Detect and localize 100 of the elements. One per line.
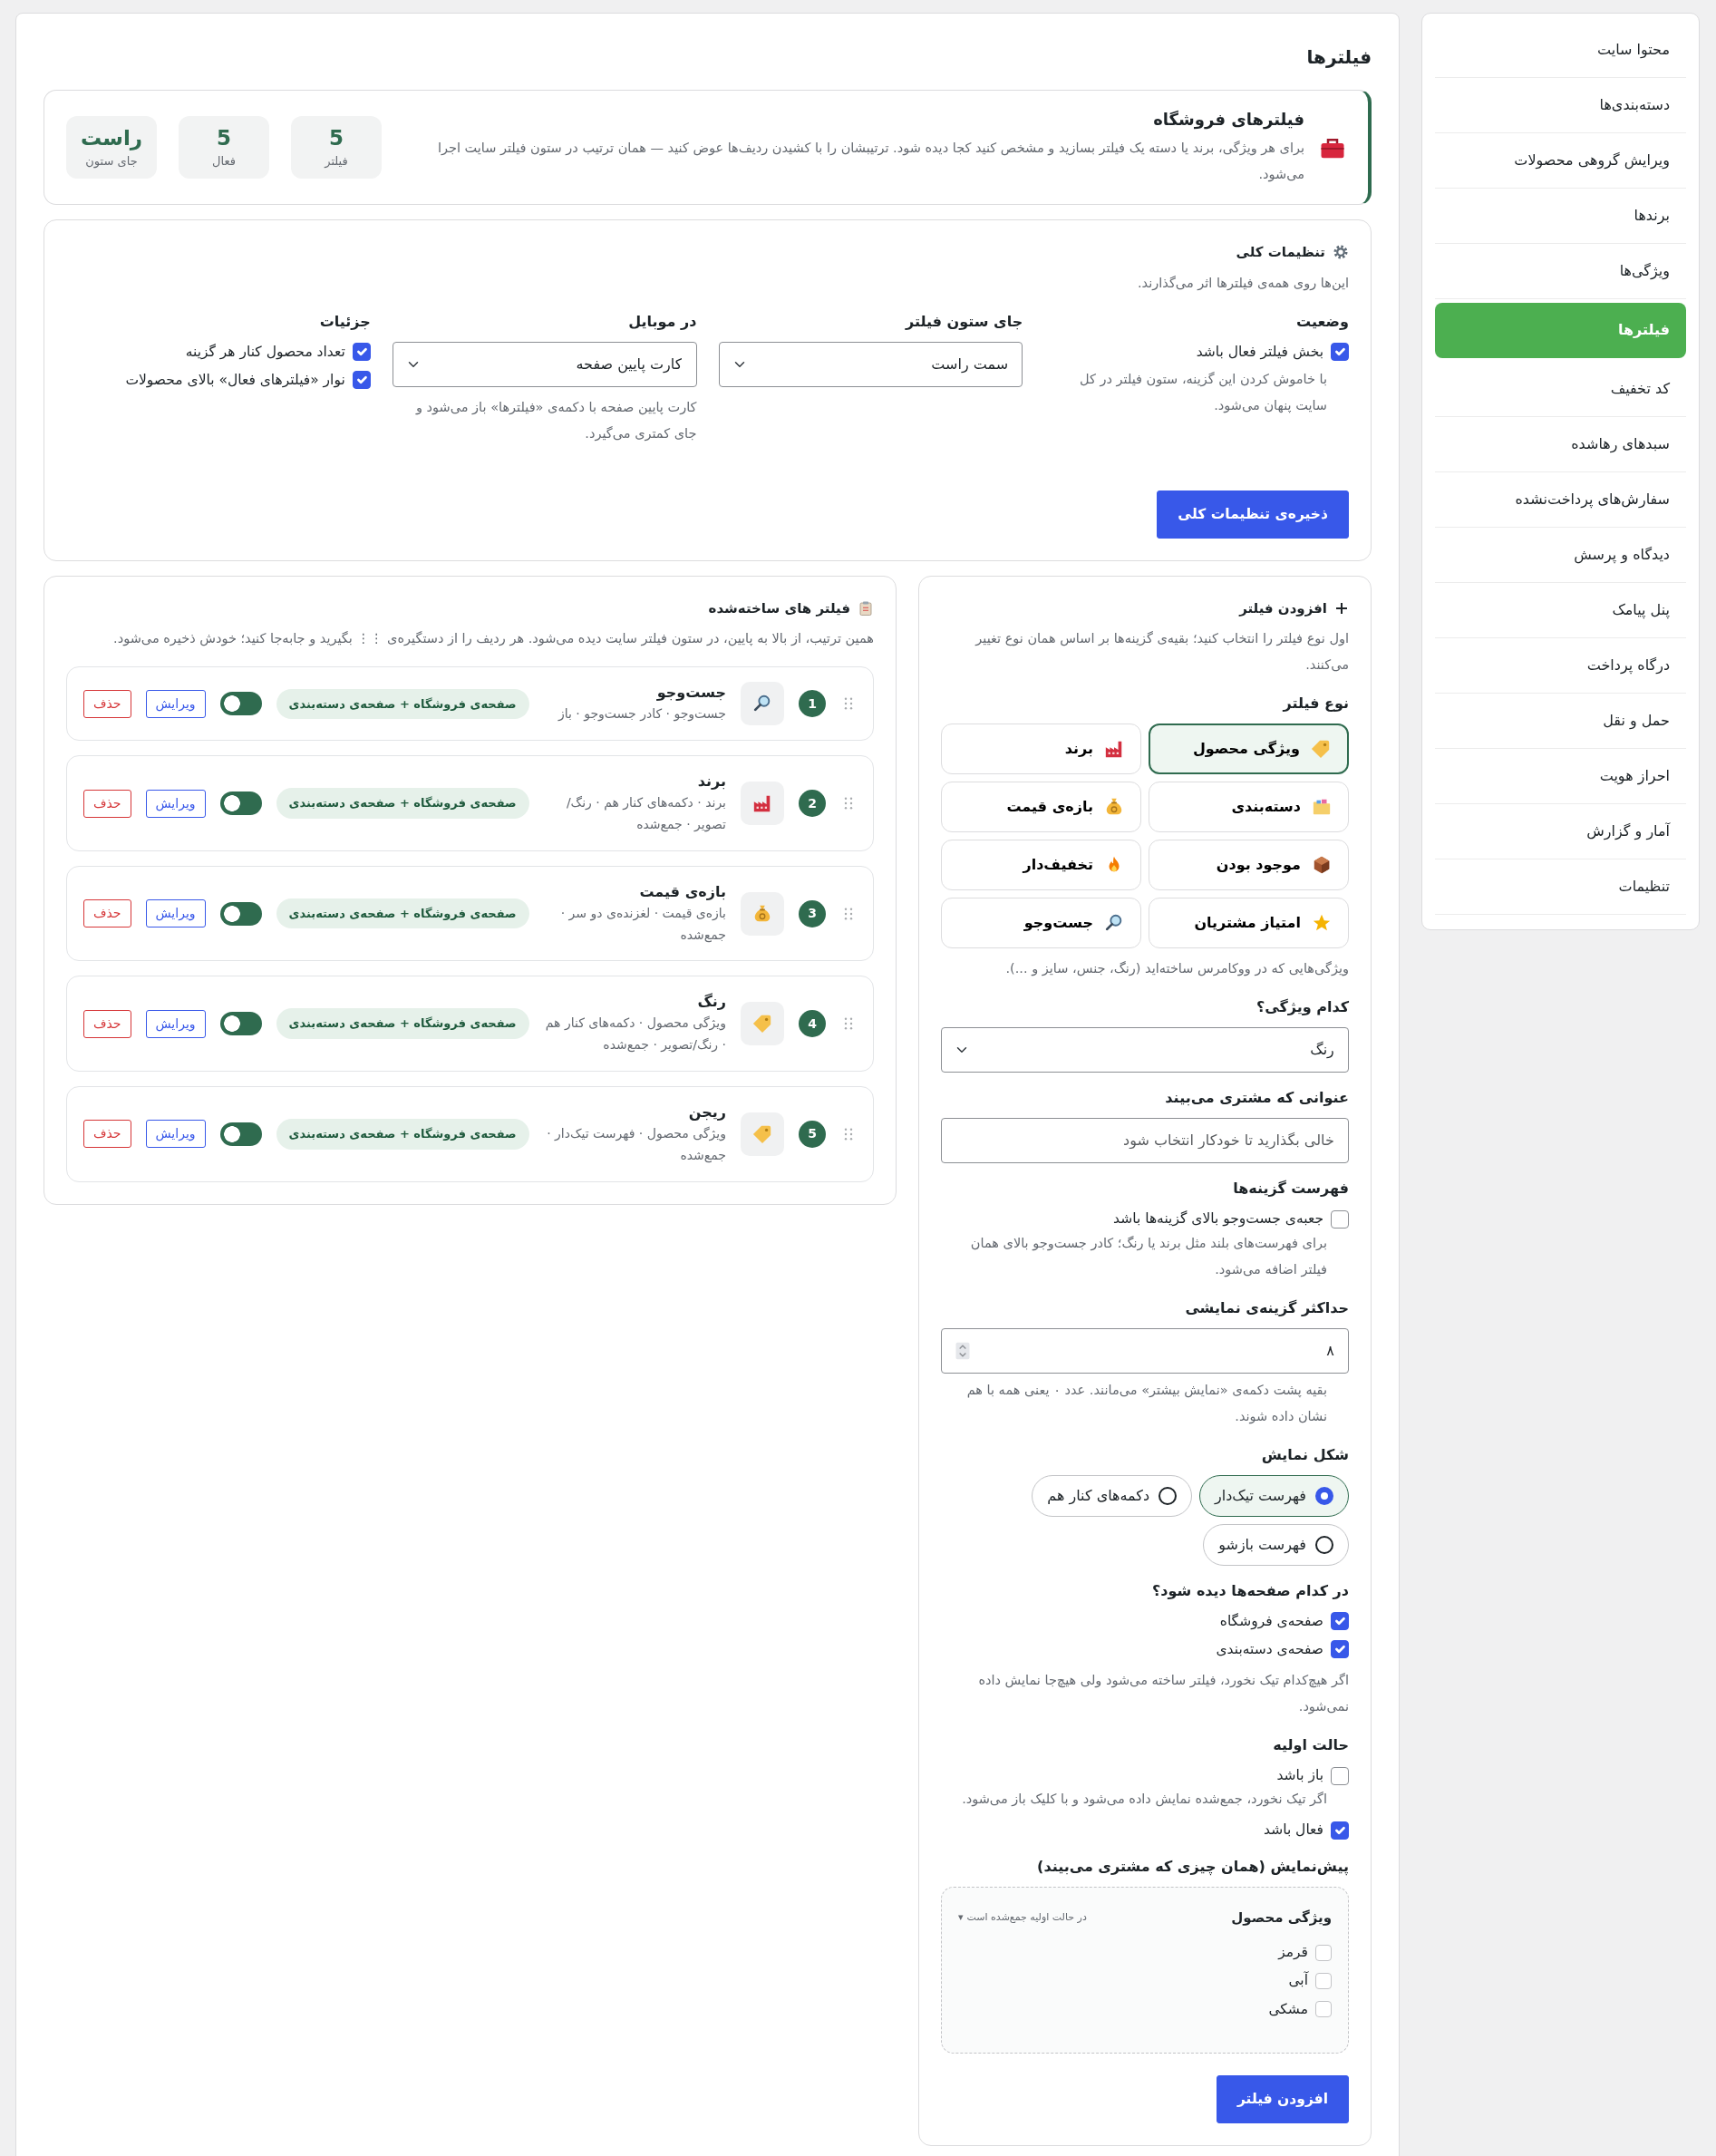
- sidebar-item[interactable]: دسته‌بندی‌ها: [1435, 78, 1686, 133]
- sidebar-item[interactable]: محتوا سایت: [1435, 23, 1686, 78]
- sidebar-item[interactable]: ویرایش گروهی محصولات: [1435, 133, 1686, 189]
- filter-type-option[interactable]: دسته‌بندی: [1149, 782, 1349, 833]
- header-description: برای هر ویژگی، برند یا دسته یک فیلتر بسازید و مشخص کنید کجا دیده شود. ترتیبشان را با کشیدن ردیف‌ها عوض کنید — همان ترتیب در ستون فیلتر سایت اجرا می‌شود.: [436, 140, 1304, 184]
- delete-button[interactable]: حذف: [83, 1009, 131, 1038]
- header-title: فیلترهای فروشگاه: [1152, 109, 1304, 131]
- checkbox-label: فعال باشد: [1264, 1821, 1323, 1840]
- delete-button[interactable]: حذف: [83, 899, 131, 928]
- checkbox-label: تعداد محصول کنار هر گزینه: [185, 342, 345, 362]
- number-field[interactable]: ۸: [941, 1327, 1349, 1374]
- box-icon: [1312, 855, 1332, 876]
- display-option[interactable]: دکمه‌های کنار هم: [1032, 1474, 1193, 1517]
- sidebar-item[interactable]: حمل و نقل: [1435, 694, 1686, 749]
- edit-button[interactable]: ویرایش: [145, 1120, 206, 1149]
- sidebar-item[interactable]: ویژگی‌ها: [1435, 244, 1686, 299]
- filter-type-option[interactable]: بازه‌ی قیمت: [941, 782, 1141, 833]
- filter-name: برند: [696, 772, 726, 792]
- checkbox[interactable]: [1331, 1821, 1349, 1840]
- toggle-switch[interactable]: [219, 792, 262, 816]
- factory-icon: [752, 793, 772, 814]
- checkbox[interactable]: [1331, 1640, 1349, 1659]
- field-label: پیش‌نمایش (همان چیزی که مشتری می‌بیند): [1036, 1856, 1349, 1878]
- section-description: اول نوع فیلتر را انتخاب کنید؛ بقیه‌ی گزینه‌ها بر اساس همان نوع تغییر می‌کنند.: [974, 630, 1349, 675]
- sidebar-item[interactable]: سفارش‌های پرداخت‌نشده: [1435, 472, 1686, 528]
- section-description: همین ترتیب، از بالا به پایین، در ستون فیلتر سایت دیده می‌شود. هر ردیف را از دستگیره‌ی ⋮⋮ بگیرید و جابه‌جا کنید؛ خودش ذخیره می‌شود.: [112, 630, 874, 648]
- pages-tag: صفحه‌ی فروشگاه + صفحه‌ی دسته‌بندی: [276, 1119, 529, 1150]
- sidebar-item[interactable]: احراز هویت: [1435, 749, 1686, 804]
- preview-title: ویژگی محصول: [1231, 1908, 1332, 1928]
- field-label: فهرست گزینه‌ها: [1232, 1179, 1349, 1199]
- checkbox[interactable]: [1315, 2001, 1332, 2018]
- help-text: ویژگی‌هایی که در ووکامرس ساخته‌اید (رنگ، جنس، سایز و ...).: [1004, 960, 1349, 978]
- filter-details: جست‌وجو · کادر جست‌وجو · باز: [557, 705, 726, 724]
- sidebar-item[interactable]: سبدهای رهاشده: [1435, 417, 1686, 472]
- sidebar-item[interactable]: درگاه پرداخت: [1435, 638, 1686, 694]
- mobile-mode-select[interactable]: کارت پایین صفحه: [392, 341, 697, 387]
- pages-tag: صفحه‌ی فروشگاه + صفحه‌ی دسته‌بندی: [276, 788, 529, 819]
- pages-tag: صفحه‌ی فروشگاه + صفحه‌ی دسته‌بندی: [276, 1008, 529, 1039]
- title-input[interactable]: خالی بگذارید تا خودکار انتخاب شود: [941, 1118, 1349, 1164]
- edit-button[interactable]: ویرایش: [145, 899, 206, 928]
- field-label: جای ستون فیلتر: [904, 311, 1023, 332]
- edit-button[interactable]: ویرایش: [145, 1009, 206, 1038]
- toggle-switch[interactable]: [219, 901, 262, 926]
- filter-details: ویژگی محصول · فهرست تیک‌دار · جمع‌شده: [546, 1125, 726, 1165]
- radio-button[interactable]: [1315, 1535, 1333, 1554]
- checkbox[interactable]: [352, 371, 371, 390]
- radio-button[interactable]: [1159, 1486, 1178, 1505]
- section-title: افزودن فیلتر: [1239, 598, 1327, 618]
- edit-button[interactable]: ویرایش: [145, 789, 206, 818]
- toggle-switch[interactable]: [219, 692, 262, 716]
- option-label: فهرست تیک‌دار: [1215, 1485, 1306, 1507]
- filter-type-option[interactable]: برند: [941, 724, 1141, 775]
- tag-icon: [752, 1123, 772, 1144]
- add-filter-button[interactable]: افزودن فیلتر: [1216, 2074, 1349, 2123]
- sidebar-item[interactable]: برندها: [1435, 189, 1686, 244]
- sidebar-item[interactable]: تنظیمات: [1435, 859, 1686, 915]
- option-label: فهرست بازشو: [1218, 1534, 1306, 1556]
- checkbox-label: باز باشد: [1276, 1766, 1323, 1785]
- delete-button[interactable]: حذف: [83, 789, 131, 818]
- display-option[interactable]: فهرست تیک‌دار: [1199, 1474, 1349, 1517]
- filter-name: بازه‌ی قیمت: [638, 881, 726, 902]
- help-text: اگر هیچ‌کدام تیک نخورد، فیلتر ساخته می‌شود ولی هیچ‌جا نمایش داده نمی‌شود.: [977, 1672, 1349, 1716]
- section-title: فیلتر های ساخته‌شده: [708, 598, 850, 618]
- sidebar-item[interactable]: آمار و گزارش: [1435, 804, 1686, 859]
- filter-type-option[interactable]: ویژگی محصول: [1149, 724, 1349, 775]
- filter-type-option[interactable]: موجود بودن: [1149, 840, 1349, 891]
- checkbox[interactable]: [1331, 1766, 1349, 1785]
- checkbox[interactable]: [352, 343, 371, 362]
- sidebar-item[interactable]: دیدگاه و پرسش: [1435, 528, 1686, 583]
- help-text: با خاموش کردن این گزینه، ستون فیلتر در کل سایت پنهان می‌شود.: [1078, 370, 1328, 415]
- edit-button[interactable]: ویرایش: [145, 689, 206, 718]
- checkbox[interactable]: [1331, 343, 1349, 362]
- display-option[interactable]: فهرست بازشو: [1203, 1523, 1349, 1566]
- stat-value: 5: [328, 124, 344, 151]
- field-label: حداکثر گزینه‌ی نمایشی: [1184, 1297, 1349, 1318]
- stat-value: 5: [216, 124, 232, 151]
- sidebar-item[interactable]: پنل پیامک: [1435, 583, 1686, 638]
- filter-type-option[interactable]: امتیاز مشتریان: [1149, 898, 1349, 949]
- stat-label: جای ستون: [84, 152, 139, 170]
- radio-button[interactable]: [1315, 1486, 1333, 1505]
- attribute-select[interactable]: رنگ: [941, 1027, 1349, 1073]
- checkbox[interactable]: [1331, 1209, 1349, 1229]
- delete-button[interactable]: حذف: [83, 689, 131, 718]
- checkbox[interactable]: [1315, 1972, 1332, 1989]
- field-label: وضعیت: [1295, 311, 1349, 332]
- toggle-switch[interactable]: [219, 1122, 262, 1146]
- checkbox[interactable]: [1315, 1944, 1332, 1961]
- filter-type-option[interactable]: جست‌وجو: [941, 898, 1141, 949]
- toggle-switch[interactable]: [219, 1012, 262, 1036]
- field-label: جزئیات: [318, 311, 371, 332]
- save-button[interactable]: ذخیره‌ی تنظیمات کلی: [1157, 490, 1349, 539]
- money-bag-icon: [752, 903, 772, 924]
- column-position-select[interactable]: سمت راست: [718, 341, 1023, 387]
- sidebar-item[interactable]: کد تخفیف: [1435, 362, 1686, 417]
- checkbox-label: آبی: [1288, 1970, 1308, 1991]
- filter-details: بازه‌ی قیمت · لغزنده‌ی دو سر · جمع‌شده: [559, 904, 726, 945]
- filter-type-option[interactable]: تخفیف‌دار: [941, 840, 1141, 891]
- checkbox-label: جعبه‌ی جست‌وجو بالای گزینه‌ها باشد: [1113, 1209, 1323, 1229]
- checkbox[interactable]: [1331, 1612, 1349, 1631]
- delete-button[interactable]: حذف: [83, 1120, 131, 1149]
